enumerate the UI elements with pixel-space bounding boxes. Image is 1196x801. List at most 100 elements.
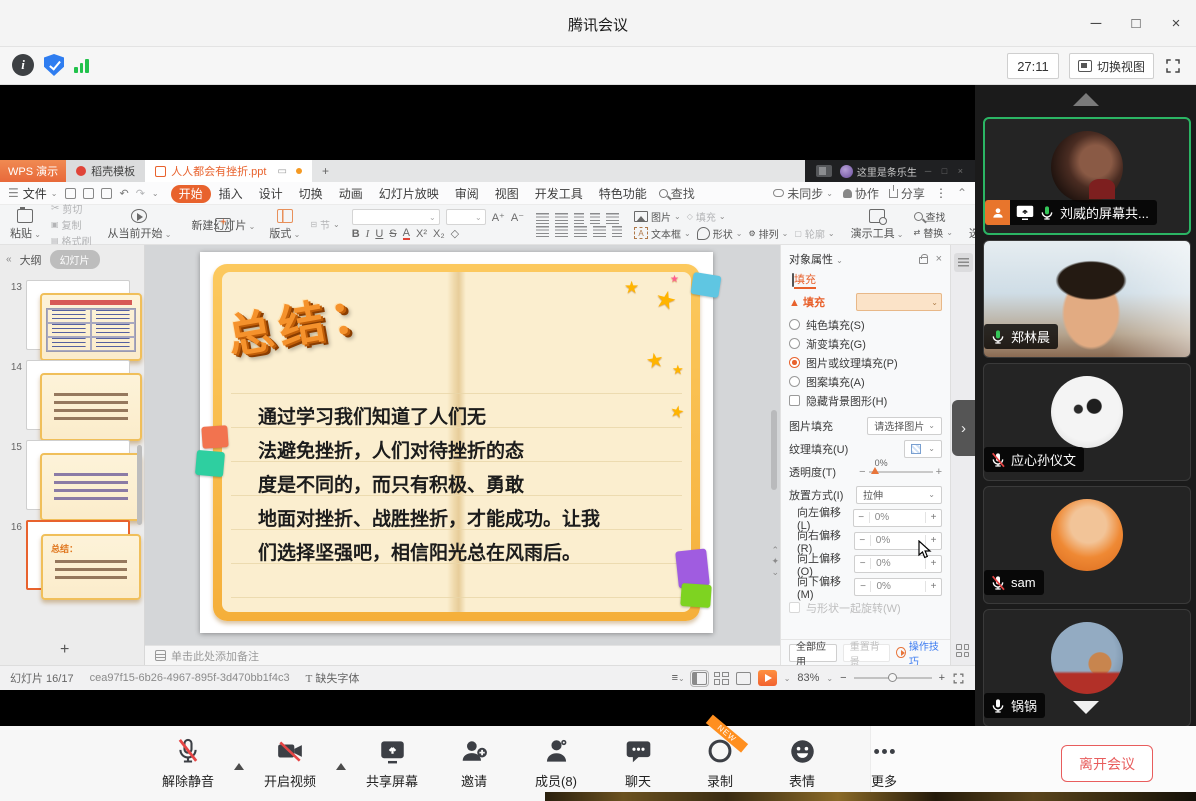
sync-status[interactable]: 未同步⌄	[773, 185, 833, 202]
opacity-minus[interactable]: −	[859, 466, 865, 478]
wps-window-controls[interactable]: ─ □ ×	[925, 166, 967, 176]
slides-scrollbar[interactable]	[137, 445, 142, 525]
invite-button[interactable]: 邀请	[436, 732, 512, 790]
find-button[interactable]: 查找	[914, 209, 953, 224]
bullet-list-icon[interactable]	[536, 213, 549, 224]
wps-menu-item[interactable]: 审阅	[447, 185, 487, 203]
clear-format-button[interactable]: ◇	[451, 227, 459, 240]
meeting-info-icon[interactable]: i	[12, 54, 34, 76]
cut-button[interactable]: ✂剪切	[51, 201, 92, 216]
slide-thumbnail[interactable]: 15	[2, 440, 140, 510]
wps-tab-template-store[interactable]: 稻壳模板	[66, 160, 145, 182]
bold-button[interactable]: B	[352, 228, 360, 240]
unmute-button[interactable]: 解除静音	[150, 732, 226, 790]
fill-radio-option[interactable]: 渐变填充(G)	[789, 334, 942, 353]
align-center-icon[interactable]	[555, 226, 568, 237]
tab-outline[interactable]: 大纲	[20, 252, 42, 268]
slide-thumbnail[interactable]: 16 总结：	[2, 520, 140, 590]
security-shield-icon[interactable]	[44, 54, 64, 76]
number-list-icon[interactable]	[555, 213, 568, 224]
apply-all-button[interactable]: 全部应用	[789, 644, 837, 662]
minimize-button[interactable]: ─	[1076, 0, 1116, 47]
emoji-button[interactable]: 表情	[764, 732, 840, 790]
share-button[interactable]: 分享	[889, 185, 925, 202]
selection-pane-button[interactable]: 选择窗格	[965, 208, 975, 241]
missing-font-warning[interactable]: Ƭ 缺失字体	[306, 670, 360, 686]
section-button[interactable]: ⊟节⌄	[310, 217, 339, 232]
textbox-button[interactable]: A文本框⌄	[634, 226, 691, 241]
fit-slide-icon[interactable]	[952, 672, 965, 685]
reading-view-icon[interactable]	[736, 672, 751, 685]
font-color-button[interactable]: A	[403, 228, 410, 240]
strikethrough-button[interactable]: S	[389, 228, 396, 240]
collapse-panel-icon[interactable]: «	[6, 254, 12, 265]
start-video-button[interactable]: 开启视频	[252, 732, 328, 790]
zoom-out-icon[interactable]: −	[840, 672, 846, 684]
offset-stepper[interactable]: −0%+	[854, 555, 942, 573]
find-menu[interactable]: 查找	[659, 185, 695, 202]
new-tab-button[interactable]: +	[312, 160, 339, 182]
new-slide-button[interactable]: 新建幻灯片 ⌄	[187, 217, 259, 233]
placement-select[interactable]: 拉伸⌄	[856, 486, 942, 504]
participant-tile[interactable]: 郑林晨	[983, 240, 1191, 358]
members-button[interactable]: 成员(8)	[518, 732, 594, 790]
align-left-icon[interactable]	[536, 226, 549, 237]
italic-button[interactable]: I	[366, 228, 370, 240]
fill-radio-option[interactable]: 纯色填充(S)	[789, 315, 942, 334]
slide-body-text[interactable]: 通过学习我们知道了人们无 法避免挫折，人们对待挫折的态 度是不同的，而只有积极、…	[258, 400, 720, 570]
sorter-view-icon[interactable]	[714, 672, 729, 685]
sidebar-expand-handle[interactable]: ›	[952, 400, 975, 456]
scroll-up-arrow[interactable]	[1073, 93, 1099, 106]
notes-toggle-icon[interactable]: ≡⌄	[672, 672, 685, 684]
more-button[interactable]: 更多	[846, 732, 922, 790]
outline-button[interactable]: ▢轮廓⌄	[794, 226, 834, 241]
present-tools-button[interactable]: 演示工具 ⌄	[847, 209, 908, 241]
normal-view-icon[interactable]	[692, 672, 707, 685]
fill-section-header[interactable]: ▲ 填充	[789, 294, 825, 310]
font-name-select[interactable]: ⌄	[352, 209, 440, 225]
fill-preview-box[interactable]: ⌄	[856, 293, 942, 311]
fullscreen-icon[interactable]	[1164, 57, 1182, 75]
panel-toggle-icon[interactable]	[954, 253, 973, 272]
slide-thumbnail[interactable]: 14	[2, 360, 140, 430]
indent-decrease-icon[interactable]	[574, 213, 584, 224]
play-from-current-button[interactable]: 从当前开始 ⌄	[104, 208, 176, 241]
participant-tile[interactable]: sam	[983, 486, 1191, 604]
fill-radio-option[interactable]: 图片或纹理填充(P)	[789, 353, 942, 372]
decrease-font-icon[interactable]: A⁻	[511, 211, 524, 224]
collab-button[interactable]: 协作	[843, 185, 879, 202]
chat-button[interactable]: 聊天	[600, 732, 676, 790]
offset-stepper[interactable]: −0%+	[853, 509, 942, 527]
pin-panel-icon[interactable]	[919, 257, 928, 264]
zoom-value[interactable]: 83%	[797, 672, 819, 684]
file-menu[interactable]: ☰文件⌄	[8, 185, 57, 202]
close-panel-icon[interactable]: ×	[936, 253, 942, 265]
zoom-in-icon[interactable]: +	[939, 672, 945, 684]
offset-stepper[interactable]: −0%+	[854, 578, 942, 596]
underline-button[interactable]: U	[375, 228, 383, 240]
mic-options-caret[interactable]	[232, 732, 246, 790]
layout-button[interactable]: 版式 ⌄	[265, 209, 304, 241]
wps-menu-item[interactable]: 动画	[331, 185, 371, 203]
wps-menu-item[interactable]: 插入	[211, 185, 251, 203]
copy-button[interactable]: ▣复制	[51, 217, 92, 232]
notes-bar[interactable]: 单击此处添加备注	[145, 645, 780, 665]
quick-access-toolbar[interactable]: ↶↷⌄	[65, 187, 158, 200]
wps-menu-item[interactable]: 幻灯片放映	[371, 185, 447, 203]
font-size-select[interactable]: ⌄	[446, 209, 486, 225]
shape-button[interactable]: 形状⌄	[697, 226, 743, 241]
indent-increase-icon[interactable]	[590, 213, 600, 224]
wps-tab-document[interactable]: 人人都会有挫折.ppt▭	[145, 160, 312, 182]
tips-link[interactable]: 操作技巧	[896, 638, 942, 668]
share-screen-button[interactable]: 共享屏幕	[354, 732, 430, 790]
collapse-ribbon-icon[interactable]: ⌃	[957, 186, 967, 200]
wps-menu-item[interactable]: 设计	[251, 185, 291, 203]
fill-tab[interactable]: 填充	[789, 271, 819, 287]
distribute-icon[interactable]	[612, 226, 622, 237]
leave-meeting-button[interactable]: 离开会议	[1061, 745, 1153, 782]
switch-view-button[interactable]: 切换视图	[1069, 53, 1154, 79]
zoom-slider[interactable]	[854, 677, 932, 679]
increase-font-icon[interactable]: A⁺	[492, 211, 505, 224]
close-button[interactable]: ×	[1156, 0, 1196, 47]
justify-icon[interactable]	[593, 226, 606, 237]
